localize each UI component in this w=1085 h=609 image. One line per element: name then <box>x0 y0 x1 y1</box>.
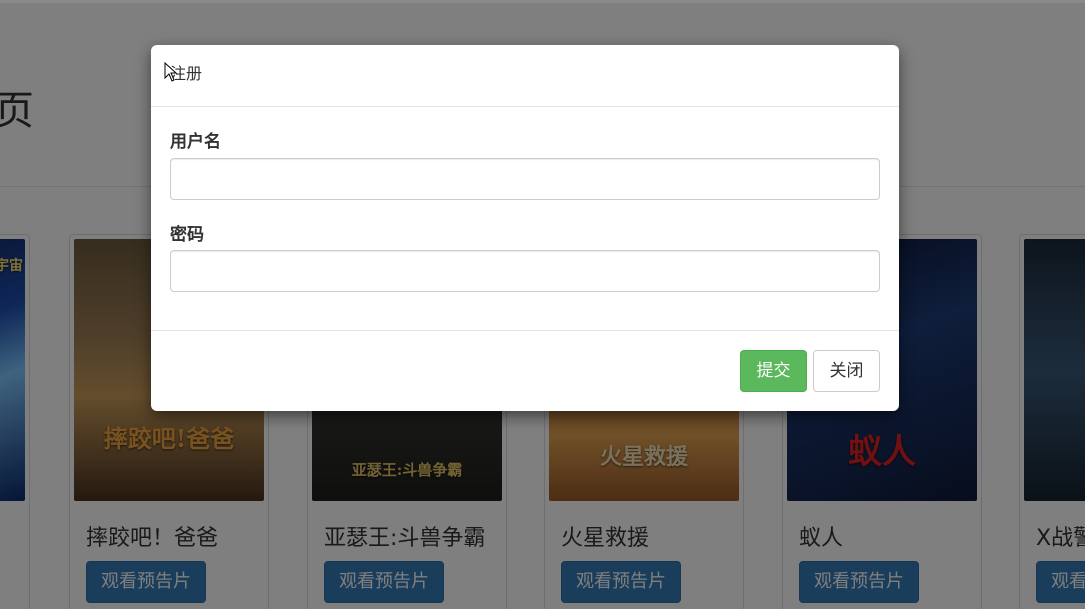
close-button[interactable]: 关闭 <box>813 350 880 392</box>
movie-page: 页 宇宙 摔跤吧!爸爸 摔跤吧！爸爸 观看预告片 亚瑟王:斗兽争霸 亚瑟王:斗兽… <box>0 0 1085 609</box>
submit-button[interactable]: 提交 <box>740 350 807 392</box>
modal-title: 注册 <box>170 64 203 83</box>
mouse-cursor-icon <box>164 62 178 82</box>
register-modal: 注册 用户名 密码 提交 关闭 <box>151 45 899 411</box>
modal-header: 注册 <box>151 45 899 107</box>
password-label: 密码 <box>170 225 204 245</box>
modal-body: 用户名 密码 <box>151 107 899 330</box>
password-input[interactable] <box>170 250 880 292</box>
modal-footer: 提交 关闭 <box>151 330 899 411</box>
username-label: 用户名 <box>170 132 221 152</box>
username-input[interactable] <box>170 158 880 200</box>
